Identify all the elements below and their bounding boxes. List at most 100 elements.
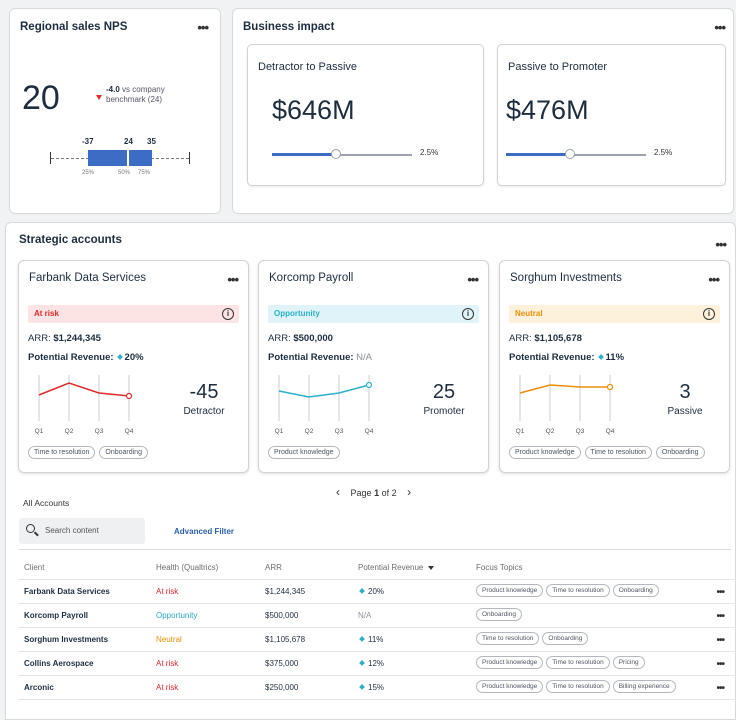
sparkline-point [365, 381, 373, 389]
search-input[interactable]: Search content [45, 526, 99, 535]
detractor-slider[interactable] [272, 149, 412, 161]
search-icon-handle [34, 531, 39, 537]
nps-pct-25: 25% [82, 170, 95, 176]
potential-revenue-value: 12% [368, 659, 385, 668]
potential-revenue-cell: 11% [358, 635, 383, 644]
nps-boxplot [50, 150, 190, 166]
focus-tag[interactable]: Onboarding [542, 632, 589, 645]
column-header[interactable]: ARR [265, 563, 282, 572]
account-more-icon[interactable]: ••• [708, 273, 720, 286]
detractor-slider-value: 2.5% [420, 148, 439, 157]
table-row[interactable]: Sorghum Investments Neutral $1,105,678 1… [18, 627, 736, 652]
focus-tag[interactable]: Product knowledge [268, 446, 340, 459]
focus-topics: Onboarding [476, 608, 522, 621]
focus-tag[interactable]: Product knowledge [476, 680, 544, 693]
status-text: At risk [34, 309, 59, 318]
promoter-slider[interactable] [506, 149, 646, 161]
quarter-label: Q1 [35, 428, 44, 435]
quarter-label: Q3 [95, 428, 104, 435]
arr: ARR: $500,000 [268, 333, 333, 344]
focus-tag[interactable]: Onboarding [476, 608, 522, 621]
potential-revenue-cell: N/A [358, 611, 371, 620]
table-row[interactable]: Collins Aerospace At risk $375,000 12% P… [18, 651, 736, 676]
info-icon[interactable]: i [462, 308, 474, 320]
focus-tag[interactable]: Time to resolution [546, 680, 610, 693]
client-name: Arconic [24, 683, 54, 692]
slider-thumb[interactable] [331, 149, 341, 159]
focus-tag[interactable]: Onboarding [612, 584, 659, 597]
row-more-icon[interactable]: ••• [716, 588, 724, 598]
account-card[interactable]: Korcomp Payroll ••• Opportunity i ARR: $… [258, 260, 489, 473]
focus-tag[interactable]: Time to resolution [28, 446, 96, 459]
focus-tag[interactable]: Product knowledge [509, 446, 581, 459]
arr: ARR: $1,105,678 [509, 333, 582, 344]
trend-sparkline: Q1 Q2 Q3 Q4 [35, 375, 134, 435]
sparkline-point [125, 392, 133, 400]
account-card[interactable]: Sorghum Investments ••• Neutral i ARR: $… [499, 260, 730, 473]
focus-topics: Time to resolution Onboarding [476, 632, 589, 645]
advanced-filter-link[interactable]: Advanced Filter [174, 527, 234, 536]
nps-category: Detractor [183, 406, 225, 417]
info-icon[interactable]: i [222, 308, 234, 320]
column-header[interactable]: Client [24, 563, 44, 572]
info-icon[interactable]: i [703, 308, 715, 320]
slider-thumb[interactable] [565, 149, 575, 159]
focus-tag[interactable]: Onboarding [655, 446, 705, 459]
chevron-right-icon[interactable]: › [407, 485, 411, 499]
row-more-icon[interactable]: ••• [716, 684, 724, 694]
focus-tag[interactable]: Time to resolution [546, 656, 610, 669]
potential-revenue-value: 11% [605, 352, 625, 363]
sort-down-icon[interactable] [428, 565, 435, 570]
table-row[interactable]: Farbank Data Services At risk $1,244,345… [18, 579, 736, 604]
filter-divider [19, 549, 731, 550]
arr: ARR: $1,244,345 [28, 333, 101, 344]
sparkline-point [606, 383, 614, 391]
potential-revenue-label: Potential Revenue: [268, 352, 354, 363]
row-more-icon[interactable]: ••• [716, 612, 724, 622]
search-box[interactable]: Search content [19, 518, 145, 544]
pager-of: of 2 [381, 488, 397, 498]
column-header[interactable]: Potential Revenue [358, 563, 435, 572]
sparkline-line [519, 384, 610, 394]
nps-box-label-1: -37 [82, 137, 94, 146]
diamond-icon [359, 684, 365, 690]
promoter-slider-value: 2.5% [654, 148, 673, 157]
account-more-icon[interactable]: ••• [227, 273, 239, 286]
table-header: Client Health (Qualtrics) ARR Potential Rev… [18, 555, 736, 580]
table-row[interactable]: Korcomp Payroll Opportunity $500,000 N/A… [18, 603, 736, 628]
nps-more-icon[interactable]: ••• [197, 21, 209, 34]
account-name: Korcomp Payroll [269, 272, 354, 284]
focus-tag[interactable]: Time to resolution [476, 632, 540, 645]
nps-pct-50: 50% [118, 170, 131, 176]
focus-tag[interactable]: Time to resolution [584, 446, 652, 459]
arr-value: $375,000 [265, 659, 299, 668]
row-more-icon[interactable]: ••• [716, 636, 724, 646]
promoter-card: Passive to Promoter $476M 2.5% [497, 44, 726, 186]
arr-value: $500,000 [293, 333, 333, 344]
focus-tag[interactable]: Product knowledge [476, 584, 544, 597]
focus-tag[interactable]: Onboarding [99, 446, 148, 459]
potential-revenue-cell: 20% [358, 587, 384, 596]
column-header[interactable]: Focus Topics [476, 563, 523, 572]
quarter-label: Q3 [576, 428, 585, 435]
pager-prefix: Page [350, 488, 372, 498]
column-label: Client [24, 563, 45, 572]
nps-score-value: 25 [432, 381, 456, 403]
table-row[interactable]: Arconic At risk $250,000 15% Product kno… [18, 675, 736, 700]
focus-tag[interactable]: Time to resolution [546, 584, 610, 597]
focus-tag[interactable]: Product knowledge [476, 656, 544, 669]
detractor-card: Detractor to Passive $646M 2.5% [247, 44, 484, 186]
quarter-label: Q2 [546, 428, 555, 435]
account-card[interactable]: Farbank Data Services ••• At risk i ARR:… [18, 260, 249, 473]
focus-tag[interactable]: Billing experience [612, 680, 676, 693]
chevron-left-icon[interactable]: ‹ [336, 485, 340, 499]
promoter-title: Passive to Promoter [508, 61, 608, 73]
row-more-icon[interactable]: ••• [716, 660, 724, 670]
focus-tag[interactable]: Pricing [612, 656, 645, 669]
account-more-icon[interactable]: ••• [467, 273, 479, 286]
impact-more-icon[interactable]: ••• [714, 21, 726, 34]
column-header[interactable]: Health (Qualtrics) [156, 563, 218, 572]
strategic-more-icon[interactable]: ••• [715, 238, 727, 251]
promoter-value: $476M [506, 95, 589, 125]
pager: ‹ Page 1 of 2 › [328, 485, 419, 499]
